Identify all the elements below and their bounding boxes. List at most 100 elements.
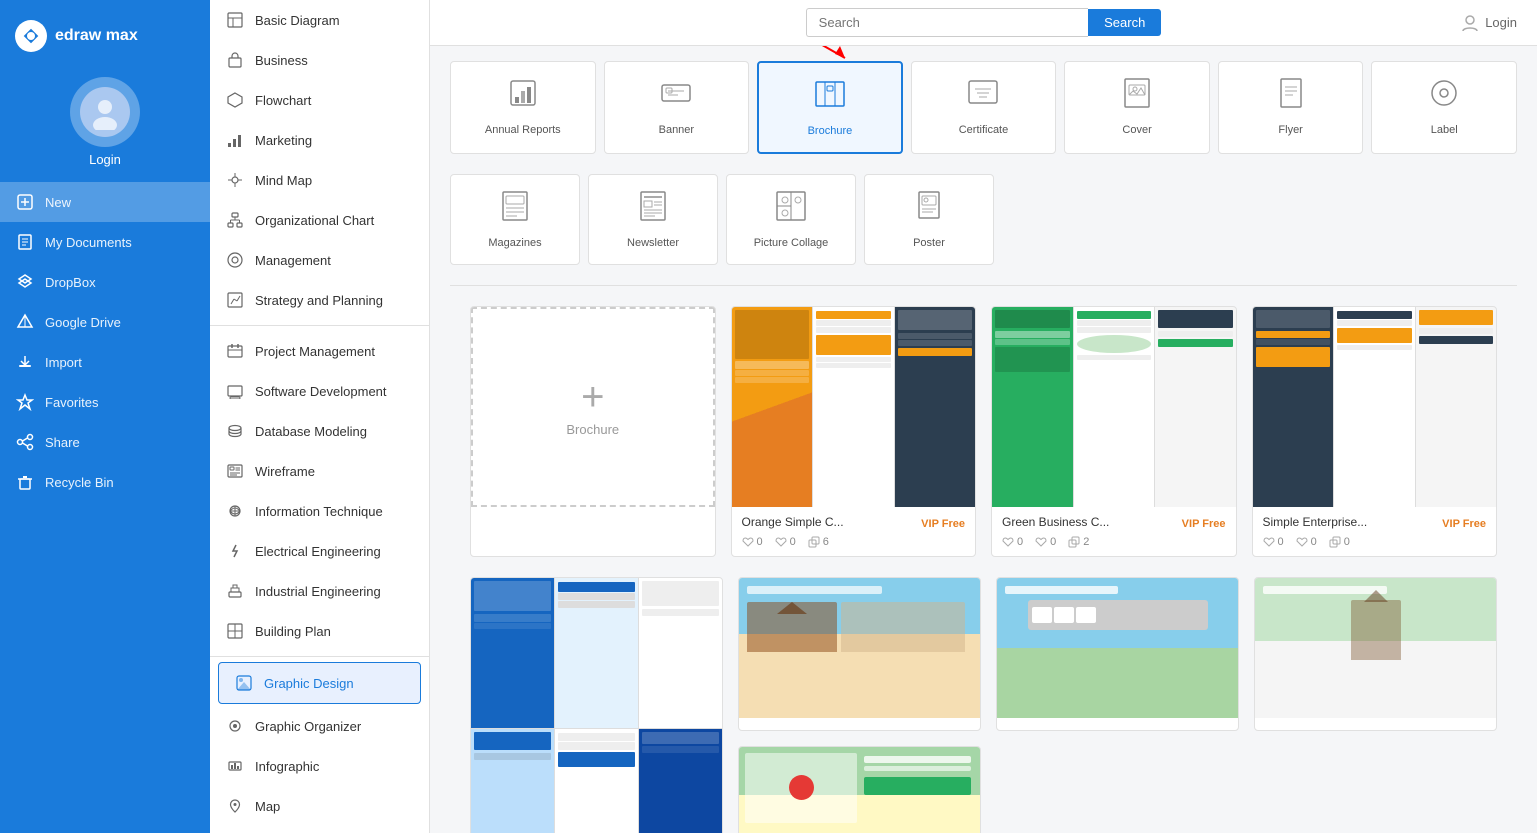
type-annual-reports[interactable]: Annual Reports [450,61,596,154]
menu-item-building-plan[interactable]: Building Plan [210,611,429,651]
sidebar-logo: edraw max [0,10,210,67]
sidebar-item-new[interactable]: New [0,182,210,222]
orange-card-stats: 0 0 6 [742,536,966,548]
green-card-footer: Green Business C... VIP Free 0 0 [992,507,1236,556]
sidebar-item-share[interactable]: Share [0,422,210,462]
search-button[interactable]: Search [1088,9,1161,36]
menu-item-project-management[interactable]: Project Management [210,331,429,371]
annual-reports-icon [461,77,585,116]
menu-item-mind-map[interactable]: Mind Map [210,160,429,200]
menu-item-org-chart[interactable]: Organizational Chart [210,200,429,240]
topbar-login[interactable]: Login [1460,13,1517,33]
template-card-orange[interactable]: Orange Simple C... VIP Free 0 0 [731,306,977,557]
type-flyer[interactable]: Flyer [1218,61,1364,154]
menu-item-basic-diagram[interactable]: Basic Diagram [210,0,429,40]
import-icon [15,352,35,372]
menu-item-electrical-eng[interactable]: Electrical Engineering [210,531,429,571]
graphic-organizer-icon [225,716,245,736]
main-content: Search Login Annual Reports [430,0,1537,833]
like-icon-3 [1263,536,1275,548]
placeholder-card-1 [996,746,1239,833]
blue-brochure-card[interactable] [470,577,723,833]
user-icon [1460,13,1480,33]
menu-item-industrial-eng[interactable]: Industrial Engineering [210,571,429,611]
fruit-preview [739,747,980,833]
copy-icon [808,536,820,548]
management-icon [225,250,245,270]
menu-item-management[interactable]: Management [210,240,429,280]
sidebar-avatar [70,77,140,147]
industrial-icon [225,581,245,601]
database-icon [225,421,245,441]
sidebar-nav: New My Documents DropBox Google Drive Im… [0,182,210,502]
bottom-cards-row [738,577,1497,731]
recycle-bin-icon [15,472,35,492]
software-dev-icon [225,381,245,401]
sidebar-login-text[interactable]: Login [89,152,121,167]
cover-icon [1075,77,1199,116]
poster-icon [875,190,983,229]
map-icon [225,796,245,816]
template-card-green[interactable]: Green Business C... VIP Free 0 0 [991,306,1237,557]
sidebar-item-favorites[interactable]: Favorites [0,382,210,422]
menu-item-flowchart[interactable]: Flowchart [210,80,429,120]
dark-card-footer: Simple Enterprise... VIP Free 0 0 [1253,507,1497,556]
template-card-dark[interactable]: Simple Enterprise... VIP Free 0 0 [1252,306,1498,557]
type-picture-collage[interactable]: Picture Collage [726,174,856,265]
section-divider [450,285,1517,286]
type-banner[interactable]: Banner [604,61,750,154]
sidebar-item-recycle-bin[interactable]: Recycle Bin [0,462,210,502]
search-input[interactable] [806,8,1088,37]
sidebar-item-dropbox[interactable]: DropBox [0,262,210,302]
like-stat: 0 [742,536,763,548]
new-template-card[interactable]: + Brochure [470,306,716,557]
menu-item-graphic-organizer[interactable]: Graphic Organizer [210,706,429,746]
train-card[interactable] [996,577,1239,731]
banner-icon [615,77,739,116]
type-magazines[interactable]: Magazines [450,174,580,265]
search-container: Search [806,8,1162,37]
info-tech-icon [225,501,245,521]
menu-item-infographic[interactable]: Infographic [210,746,429,786]
new-icon [15,192,35,212]
my-documents-icon [15,232,35,252]
sidebar-item-google-drive[interactable]: Google Drive [0,302,210,342]
fruit-card[interactable] [738,746,981,833]
sidebar-item-import[interactable]: Import [0,342,210,382]
mind-map-icon [225,170,245,190]
type-brochure[interactable]: Brochure [757,61,903,154]
flowchart-icon [225,90,245,110]
type-label[interactable]: Label [1371,61,1517,154]
share-icon [15,432,35,452]
topbar: Search Login [430,0,1537,46]
menu-item-database[interactable]: Database Modeling [210,411,429,451]
dropbox-icon [15,272,35,292]
template-types-row1: Annual Reports Banner [450,61,1517,154]
menu-item-info-technique[interactable]: Information Technique [210,491,429,531]
menu-item-map[interactable]: Map [210,786,429,826]
menu-item-strategy[interactable]: Strategy and Planning [210,280,429,320]
dark-template-preview [1253,307,1497,507]
church-card[interactable] [1254,577,1497,731]
template-section: Annual Reports Banner [430,46,1537,833]
logo-text: edraw max [55,27,138,45]
menu-item-wireframe[interactable]: Wireframe [210,451,429,491]
type-newsletter[interactable]: Newsletter [588,174,718,265]
mosque-card[interactable] [738,577,981,731]
like-icon [742,536,754,548]
orange-card-footer: Orange Simple C... VIP Free 0 0 [732,507,976,556]
menu-item-business[interactable]: Business [210,40,429,80]
type-poster[interactable]: Poster [864,174,994,265]
basic-diagram-icon [225,10,245,30]
electrical-icon [225,541,245,561]
menu-item-software-dev[interactable]: Software Development [210,371,429,411]
green-template-preview [992,307,1236,507]
like-icon-2 [1002,536,1014,548]
menu-item-marketing[interactable]: Marketing [210,120,429,160]
sidebar-item-my-documents[interactable]: My Documents [0,222,210,262]
type-certificate[interactable]: Certificate [911,61,1057,154]
type-cover[interactable]: Cover [1064,61,1210,154]
menu-item-graphic-design[interactable]: Graphic Design [218,662,421,704]
dark-card-stats: 0 0 0 [1263,536,1487,548]
heart-icon-3 [1296,536,1308,548]
